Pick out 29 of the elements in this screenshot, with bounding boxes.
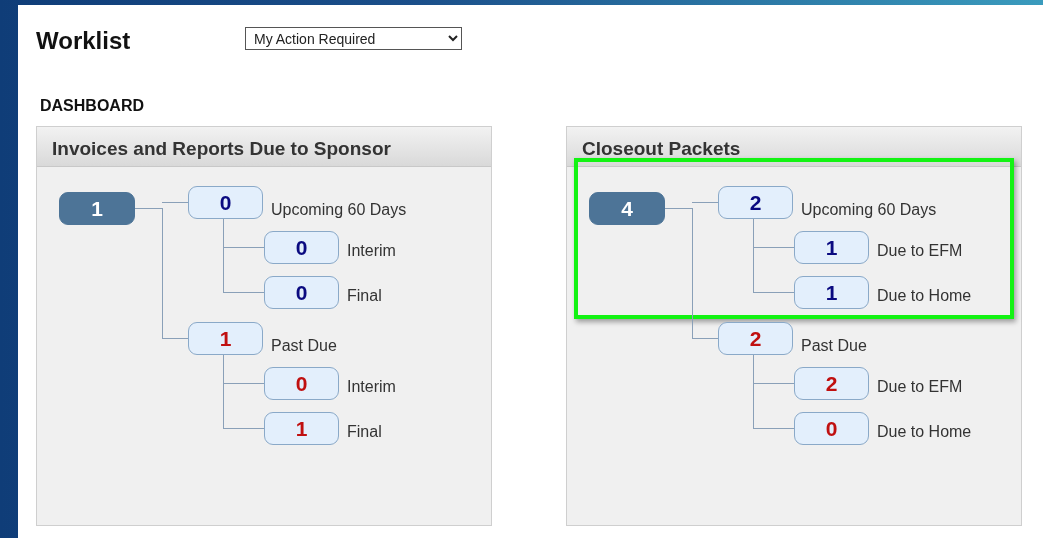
count-button[interactable]: 1 [188,322,263,355]
count-button[interactable]: 0 [264,231,339,264]
count-label: Past Due [801,336,867,356]
count-button[interactable]: 0 [188,186,263,219]
count-button[interactable]: 1 [264,412,339,445]
count-button[interactable]: 1 [794,276,869,309]
count-button[interactable]: 2 [718,186,793,219]
count-label: Due to Home [877,286,972,306]
count-label: Upcoming 60 Days [271,200,407,220]
count-button[interactable]: 0 [794,412,869,445]
count-label: Due to EFM [877,241,963,261]
count-button[interactable]: 0 [264,276,339,309]
count-label: Past Due [271,336,337,356]
count-button[interactable]: 2 [794,367,869,400]
page-title: Worklist [36,26,131,56]
count-label: Due to EFM [877,377,963,397]
filter-dropdown[interactable]: My Action Required [245,27,462,50]
count-label: Final [347,286,382,306]
count-label: Final [347,422,382,442]
count-button[interactable]: 0 [264,367,339,400]
section-heading: DASHBOARD [40,96,144,116]
count-label: Interim [347,377,396,397]
total-count[interactable]: 4 [589,192,665,225]
count-label: Interim [347,241,396,261]
count-label: Due to Home [877,422,972,442]
count-label: Upcoming 60 Days [801,200,937,220]
count-button[interactable]: 1 [794,231,869,264]
total-count[interactable]: 1 [59,192,135,225]
count-button[interactable]: 2 [718,322,793,355]
